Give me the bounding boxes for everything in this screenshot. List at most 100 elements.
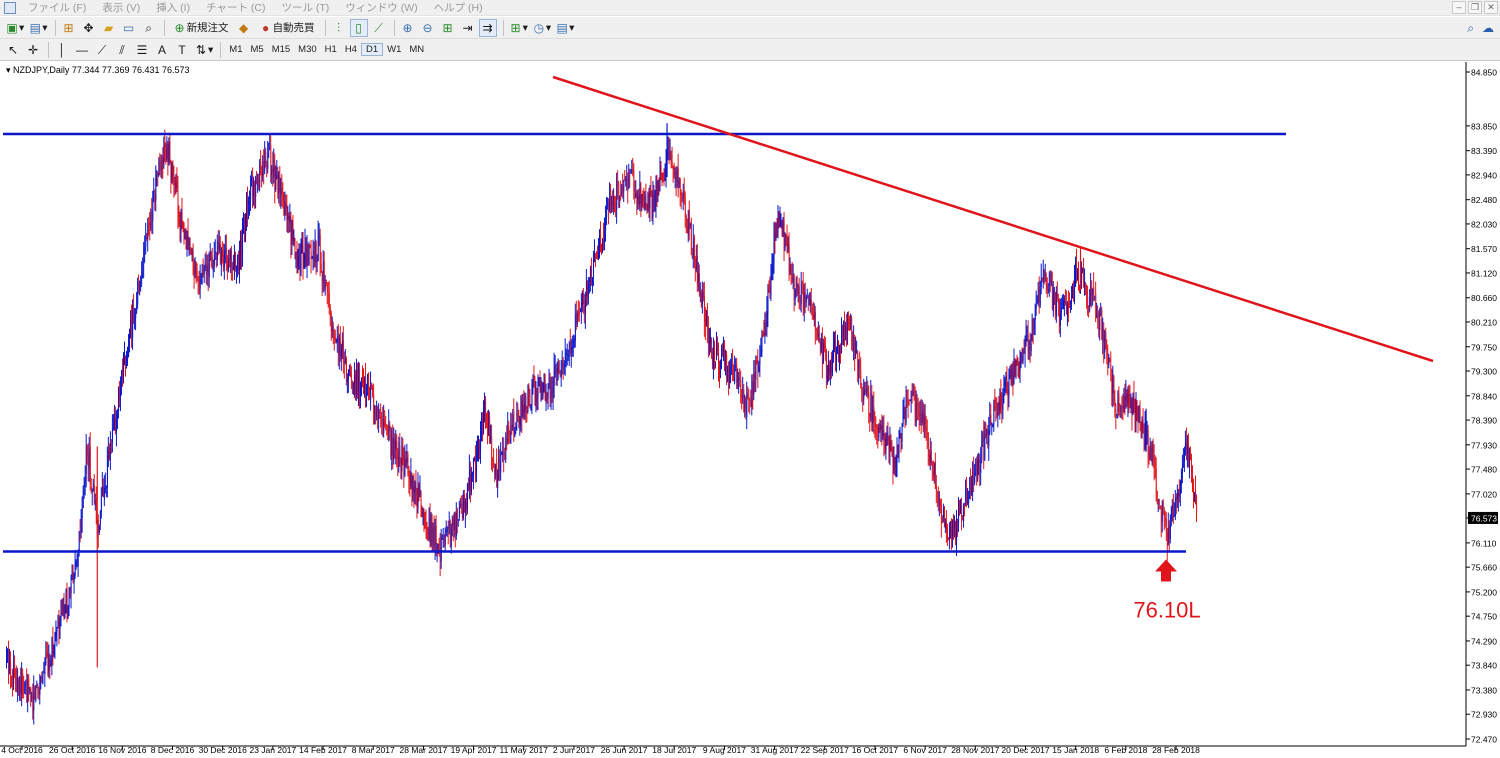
chat-icon[interactable]: ☁ (1482, 21, 1494, 35)
horizontal-line-button[interactable]: — (73, 41, 91, 59)
candle-body (572, 346, 573, 349)
timeframe-w1[interactable]: W1 (383, 44, 405, 55)
line-chart-button[interactable]: ⟋ (370, 19, 388, 37)
templates-button[interactable]: ▤ ▾ (554, 19, 575, 37)
tester-button[interactable]: ⌕ (140, 19, 158, 37)
bar-chart-button[interactable]: ⫶ (330, 19, 348, 37)
close-icon[interactable]: ✕ (1484, 1, 1498, 14)
periods-button[interactable]: ◷ ▾ (531, 19, 552, 37)
candle-body (1166, 518, 1167, 534)
menu-tools[interactable]: ツール (T) (273, 0, 337, 15)
timeframe-mn[interactable]: MN (405, 44, 428, 55)
price-chart[interactable]: 84.850 83.850 83.390 82.940 82.480 82.030 81.5… (0, 62, 1500, 758)
candle-body (468, 482, 469, 491)
candle-body (571, 347, 572, 354)
candle-body (413, 486, 415, 494)
candle-body (57, 620, 59, 627)
candle-body (221, 247, 222, 267)
candle-body (187, 231, 189, 250)
candle-body (881, 425, 883, 438)
candle-body (303, 253, 305, 264)
candle-body (33, 688, 35, 711)
candle-body (471, 473, 473, 492)
profiles-button[interactable]: ▤ ▾ (27, 19, 48, 37)
y-tick-label: 82.030 (1471, 219, 1497, 229)
timeframe-h4[interactable]: H4 (341, 44, 361, 55)
candle-body (932, 462, 933, 469)
indicators-button[interactable]: ⊞ ▾ (508, 19, 529, 37)
timeframe-m1[interactable]: M1 (225, 44, 246, 55)
candle-body (103, 486, 104, 497)
candle-body (947, 527, 949, 540)
menu-file[interactable]: ファイル (F) (20, 0, 94, 15)
candle-body (1016, 361, 1018, 363)
candle-body (357, 370, 359, 393)
cursor-button[interactable]: ↖ (4, 41, 22, 59)
candle-body (260, 161, 262, 169)
menu-help[interactable]: ヘルプ (H) (426, 0, 491, 15)
candle-body (1092, 289, 1094, 295)
trendline-button[interactable]: ⟋ (93, 41, 111, 59)
channel-button[interactable]: ⫽ (113, 41, 131, 59)
candle-body (700, 292, 701, 294)
candle-body (40, 677, 42, 679)
new-chart-button[interactable]: ▣ ▾ (4, 19, 25, 37)
timeframe-m15[interactable]: M15 (268, 44, 294, 55)
candle-body (39, 677, 41, 695)
candle-body (534, 381, 536, 401)
candle-body (796, 283, 798, 291)
timeframe-h1[interactable]: H1 (321, 44, 341, 55)
candle-body (628, 170, 630, 189)
x-tick-label: 31 Aug 2017 (751, 745, 799, 755)
timeframe-m30[interactable]: M30 (294, 44, 320, 55)
chart-shift-button[interactable]: ⇥ (459, 19, 477, 37)
chart-window[interactable]: 84.850 83.850 83.390 82.940 82.480 82.030 81.5… (0, 62, 1500, 758)
timeframe-d1[interactable]: D1 (360, 43, 384, 56)
zoom-in-button[interactable]: ⊕ (399, 19, 417, 37)
candle-body (68, 587, 70, 608)
candle-body (607, 203, 609, 207)
candle-body (1109, 359, 1111, 362)
candle-body (671, 161, 673, 166)
candle-body (590, 267, 592, 278)
auto-trading-button[interactable]: ● 自動売買 (255, 19, 319, 37)
candle-body (799, 297, 801, 302)
collapse-arrow-icon[interactable]: ▾ (6, 65, 11, 75)
restore-icon[interactable]: ❐ (1468, 1, 1482, 14)
x-tick-label: 16 Oct 2017 (852, 745, 899, 755)
search-icon[interactable]: ⌕ (1467, 21, 1474, 36)
candle-body (705, 320, 706, 326)
candle-body (941, 504, 942, 524)
navigator-button[interactable]: ▰ (100, 19, 118, 37)
terminal-button[interactable]: ▭ (120, 19, 138, 37)
candle-body (1084, 282, 1086, 288)
timeframe-m5[interactable]: M5 (246, 44, 267, 55)
menu-bar: ファイル (F) 表示 (V) 挿入 (I) チャート (C) ツール (T) … (0, 0, 1500, 16)
menu-insert[interactable]: 挿入 (I) (148, 0, 198, 15)
market-watch-button[interactable]: ⊞ (60, 19, 78, 37)
menu-view[interactable]: 表示 (V) (94, 0, 148, 15)
tile-windows-button[interactable]: ⊞ (439, 19, 457, 37)
text-label-button[interactable]: T (173, 41, 191, 59)
fibonacci-button[interactable]: ☰ (133, 41, 151, 59)
crosshair-button[interactable]: ✛ (24, 41, 42, 59)
text-button[interactable]: A (153, 41, 171, 59)
candle-body (964, 504, 966, 506)
fibonacci-icon: ☰ (136, 42, 148, 57)
auto-scroll-button[interactable]: ⇉ (478, 18, 497, 37)
minimize-icon[interactable]: – (1452, 1, 1466, 14)
zoom-out-button[interactable]: ⊖ (419, 19, 437, 37)
y-tick-label: 77.480 (1471, 465, 1497, 475)
new-order-button[interactable]: ⊕ 新規注文 (169, 19, 233, 37)
candle-body (742, 389, 744, 399)
vertical-line-button[interactable]: │ (53, 41, 71, 59)
candle-body (541, 384, 543, 394)
candlestick-button[interactable]: ▯ (349, 18, 368, 37)
data-window-button[interactable]: ✥ (80, 19, 98, 37)
candle-body (745, 399, 747, 415)
menu-chart[interactable]: チャート (C) (198, 0, 273, 15)
menu-window[interactable]: ウィンドウ (W) (337, 0, 425, 15)
metaeditor-button[interactable]: ◆ (235, 19, 253, 37)
arrows-button[interactable]: ⇅ ▾ (193, 41, 214, 59)
candle-body (317, 235, 319, 261)
